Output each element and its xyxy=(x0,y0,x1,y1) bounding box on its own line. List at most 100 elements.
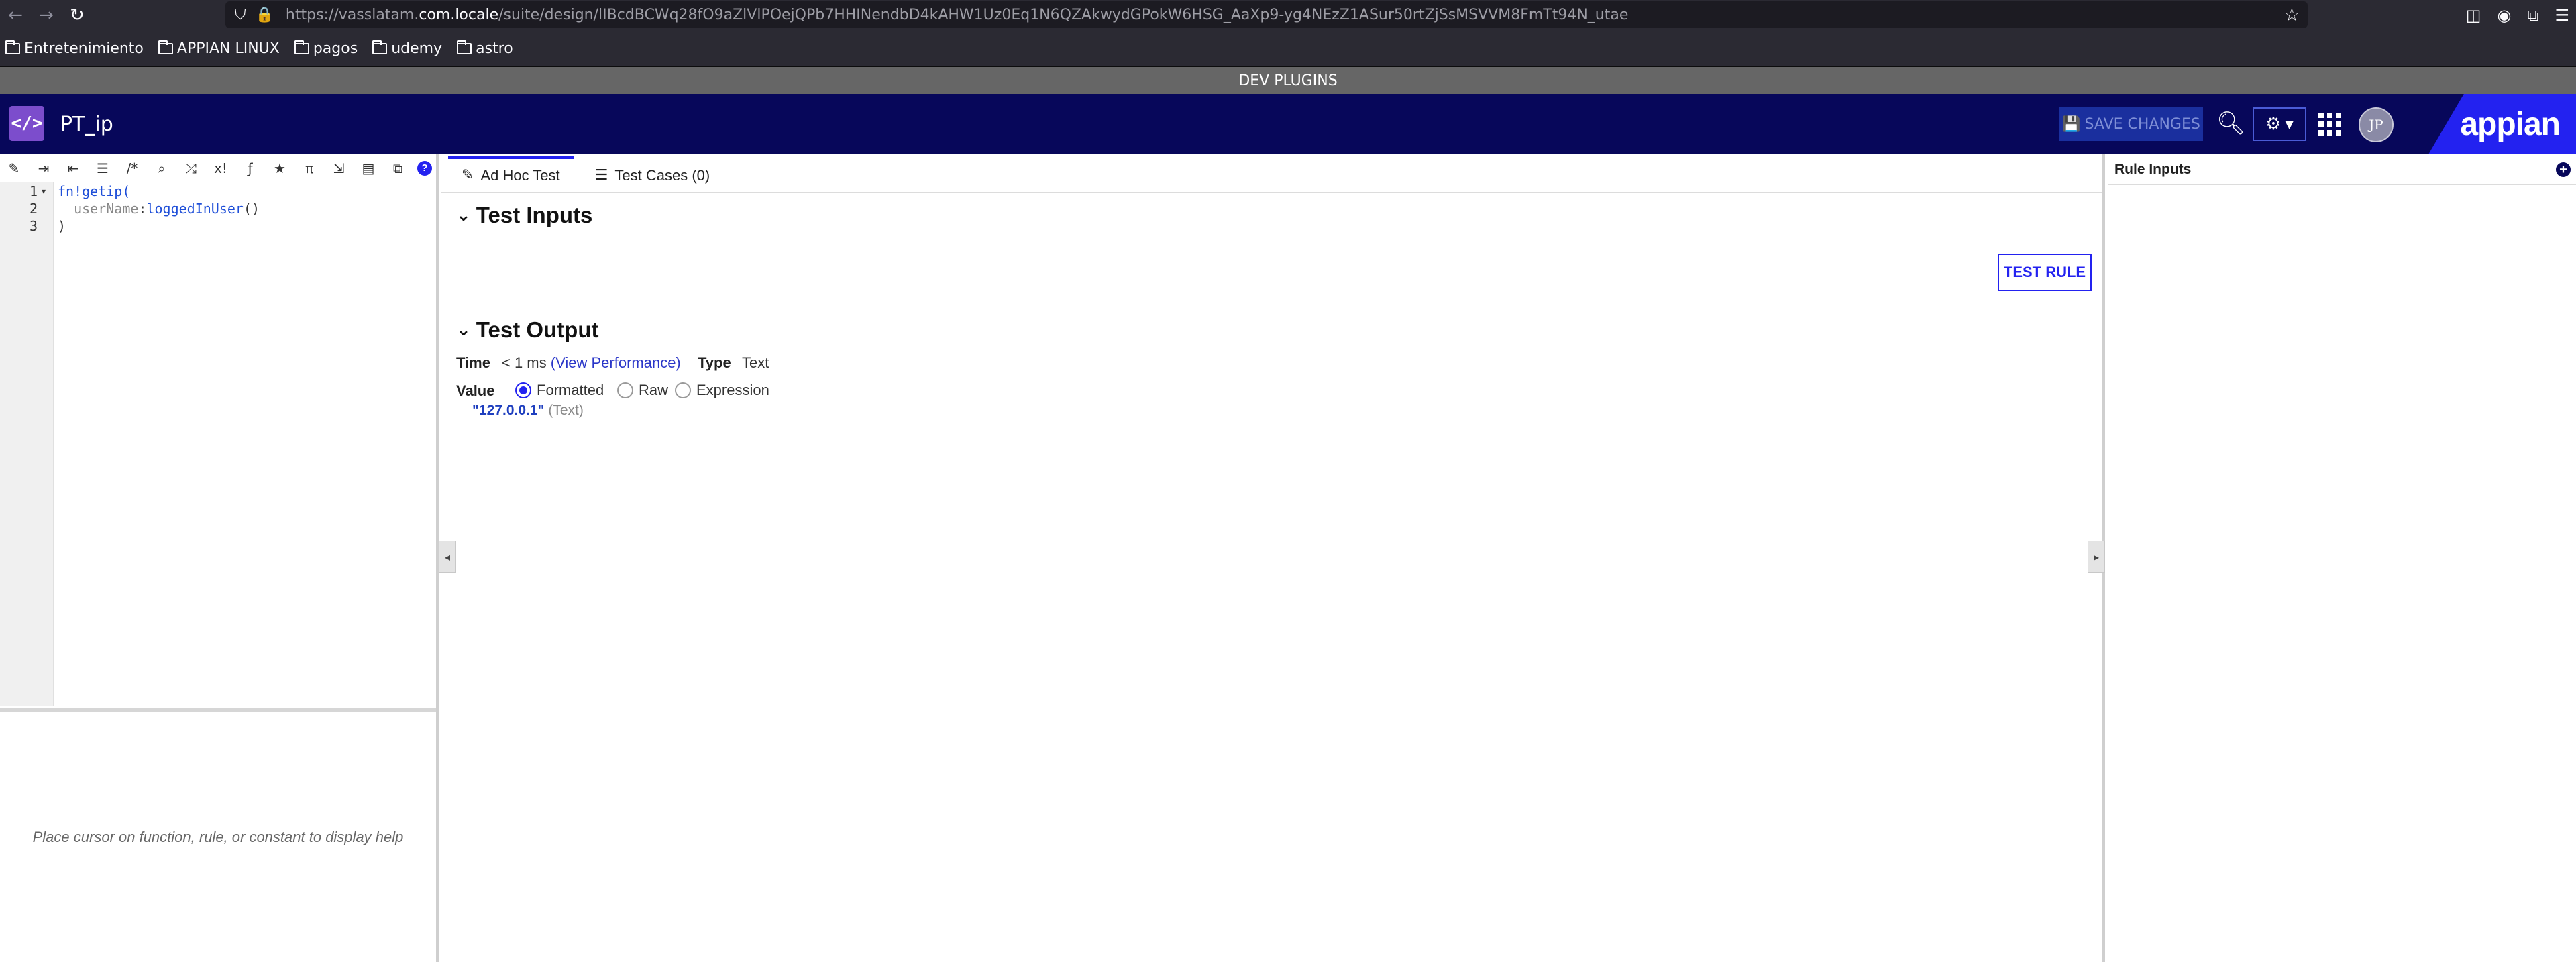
search-icon[interactable]: 🔍︎ xyxy=(2216,110,2245,137)
radio-raw[interactable]: Raw xyxy=(617,382,668,399)
variable-icon[interactable]: x! xyxy=(211,158,231,178)
code-line: ) xyxy=(58,217,260,235)
folder-icon xyxy=(457,40,472,54)
rule-inputs-pane: Rule Inputs + xyxy=(2108,154,2576,962)
collapse-left-pane-handle[interactable]: ◂ xyxy=(439,541,456,573)
test-rule-button[interactable]: TEST RULE xyxy=(1998,254,2092,291)
appian-logo: appian xyxy=(2428,94,2576,154)
save-changes-label: SAVE CHANGES xyxy=(2084,115,2200,133)
dev-plugins-label: DEV PLUGINS xyxy=(1238,72,1338,89)
code-lines: fn!getip( userName:loggedInUser() ) xyxy=(58,182,260,235)
constant-pi-icon[interactable]: π xyxy=(299,158,319,178)
bookmark-label: udemy xyxy=(391,40,443,57)
object-title: PT_ip xyxy=(60,113,113,136)
line-number: 3 xyxy=(30,218,38,234)
find-icon[interactable]: ⌕ xyxy=(152,158,172,178)
fold-caret-icon[interactable]: ▾ xyxy=(42,186,46,196)
copy-icon[interactable]: ⧉ xyxy=(388,158,408,178)
bookmark-folder[interactable]: udemy xyxy=(372,40,442,57)
save-icon: 💾 xyxy=(2062,115,2081,133)
section-title: Test Output xyxy=(476,317,599,342)
help-pane: Place cursor on function, rule, or const… xyxy=(0,708,436,962)
bookmark-folder[interactable]: pagos xyxy=(294,40,358,57)
function-icon[interactable]: ƒ xyxy=(240,158,260,178)
settings-menu-button[interactable]: ⚙ ▼ xyxy=(2253,107,2306,141)
section-title: Test Inputs xyxy=(476,203,593,227)
line-gutter: 1 2 3 xyxy=(0,182,54,706)
tab-label: Ad Hoc Test xyxy=(480,166,560,184)
expression-editor-pane: ✎ ⇥ ⇤ ☰ /* ⌕ ⤮ x! ƒ ★ π ⇲ ▤ ⧉ ? 1 2 3 ▾ … xyxy=(0,154,439,962)
collapse-right-pane-handle[interactable]: ▸ xyxy=(2088,541,2105,573)
time-label: Time xyxy=(456,354,490,371)
type-value: Text xyxy=(742,354,769,371)
folder-icon xyxy=(158,40,173,54)
test-output-section-header[interactable]: ⌄ Test Output xyxy=(456,317,599,343)
radio-label: Expression xyxy=(696,382,769,398)
document-icon[interactable]: ▤ xyxy=(358,158,378,178)
menu-icon[interactable]: ☰ xyxy=(2555,6,2569,25)
bookmark-label: pagos xyxy=(313,40,358,57)
extensions-icon[interactable]: ⧉ xyxy=(2527,6,2538,25)
bookmark-label: astro xyxy=(476,40,513,57)
test-inputs-section-header[interactable]: ⌄ Test Inputs xyxy=(456,203,592,228)
folder-icon xyxy=(5,40,20,54)
view-performance-link[interactable]: (View Performance) xyxy=(551,354,681,371)
indent-icon[interactable]: ⇥ xyxy=(34,158,54,178)
browser-toolbar: ← → ↻ ⛉ 🔒 https://vasslatam.com.locale/s… xyxy=(0,0,2576,31)
code-param-token: userName xyxy=(58,201,139,217)
bookmark-star-icon[interactable]: ☆ xyxy=(2284,5,2300,25)
value-label: Value xyxy=(456,382,495,399)
favorite-star-icon[interactable]: ★ xyxy=(270,158,290,178)
dev-plugins-bar[interactable]: DEV PLUGINS xyxy=(0,67,2576,94)
bookmarks-bar: Entretenimiento APPIAN LINUX pagos udemy… xyxy=(0,31,2576,67)
tracking-shield-icon[interactable]: ⛉ xyxy=(235,7,246,23)
export-icon[interactable]: ⇲ xyxy=(329,158,349,178)
radio-unselected-icon xyxy=(675,382,691,398)
avatar[interactable]: JP xyxy=(2359,107,2394,142)
expression-rule-icon: </> xyxy=(9,106,44,141)
app-header: </> PT_ip 💾 SAVE CHANGES 🔍︎ ⚙ ▼ JP appia… xyxy=(0,94,2576,154)
outdent-icon[interactable]: ⇤ xyxy=(63,158,83,178)
rule-inputs-title: Rule Inputs xyxy=(2114,161,2192,177)
folder-icon xyxy=(294,40,309,54)
radio-label: Raw xyxy=(639,382,669,398)
forward-icon[interactable]: → xyxy=(31,0,62,31)
back-icon[interactable]: ← xyxy=(0,0,31,31)
radio-selected-icon xyxy=(515,382,531,398)
comment-icon[interactable]: /* xyxy=(122,158,142,178)
radio-label: Formatted xyxy=(537,382,604,398)
radio-expression[interactable]: Expression xyxy=(675,382,769,399)
url-text[interactable]: https://vasslatam.com.locale/suite/desig… xyxy=(286,7,1628,23)
bookmark-folder[interactable]: APPIAN LINUX xyxy=(158,40,280,57)
url-prefix: https://vasslatam. xyxy=(285,6,419,23)
code-function-token: fn!getip( xyxy=(58,183,131,199)
code-editor[interactable]: 1 2 3 ▾ fn!getip( userName:loggedInUser(… xyxy=(0,182,436,706)
save-changes-button[interactable]: 💾 SAVE CHANGES xyxy=(2059,107,2203,141)
app-launcher-icon[interactable] xyxy=(2318,113,2341,136)
tab-ad-hoc-test[interactable]: ✎ Ad Hoc Test xyxy=(448,156,574,192)
pocket-icon[interactable]: ◫ xyxy=(2466,6,2481,25)
test-tabs: ✎ Ad Hoc Test ☰ Test Cases (0) xyxy=(441,154,2102,193)
test-pane: ✎ Ad Hoc Test ☰ Test Cases (0) ⌄ Test In… xyxy=(439,154,2105,962)
bookmark-folder[interactable]: astro xyxy=(457,40,513,57)
bookmark-folder[interactable]: Entretenimiento xyxy=(5,40,144,57)
appian-logo-text: appian xyxy=(2460,106,2561,142)
magic-wand-icon[interactable]: ✎ xyxy=(4,158,24,178)
format-list-icon[interactable]: ☰ xyxy=(93,158,113,178)
time-value: < 1 ms (View Performance) xyxy=(502,354,681,372)
account-icon[interactable]: ◉ xyxy=(2497,6,2511,25)
radio-formatted[interactable]: Formatted xyxy=(515,382,604,399)
reload-icon[interactable]: ↻ xyxy=(62,0,93,31)
chevron-down-icon: ⌄ xyxy=(456,320,471,340)
add-rule-input-icon[interactable]: + xyxy=(2556,162,2571,177)
caret-down-icon: ▼ xyxy=(2285,117,2294,131)
code-line: fn!getip( xyxy=(58,182,260,200)
help-icon[interactable]: ? xyxy=(417,160,432,176)
code-separator-token: : xyxy=(138,201,147,217)
replace-icon[interactable]: ⤮ xyxy=(181,158,201,178)
code-close-token: ) xyxy=(58,218,66,234)
arrow-right-icon: ▸ xyxy=(2093,550,2100,564)
lock-icon[interactable]: 🔒 xyxy=(256,7,274,23)
tab-test-cases[interactable]: ☰ Test Cases (0) xyxy=(582,156,724,192)
address-bar[interactable]: ⛉ 🔒 https://vasslatam.com.locale/suite/d… xyxy=(225,1,2308,28)
